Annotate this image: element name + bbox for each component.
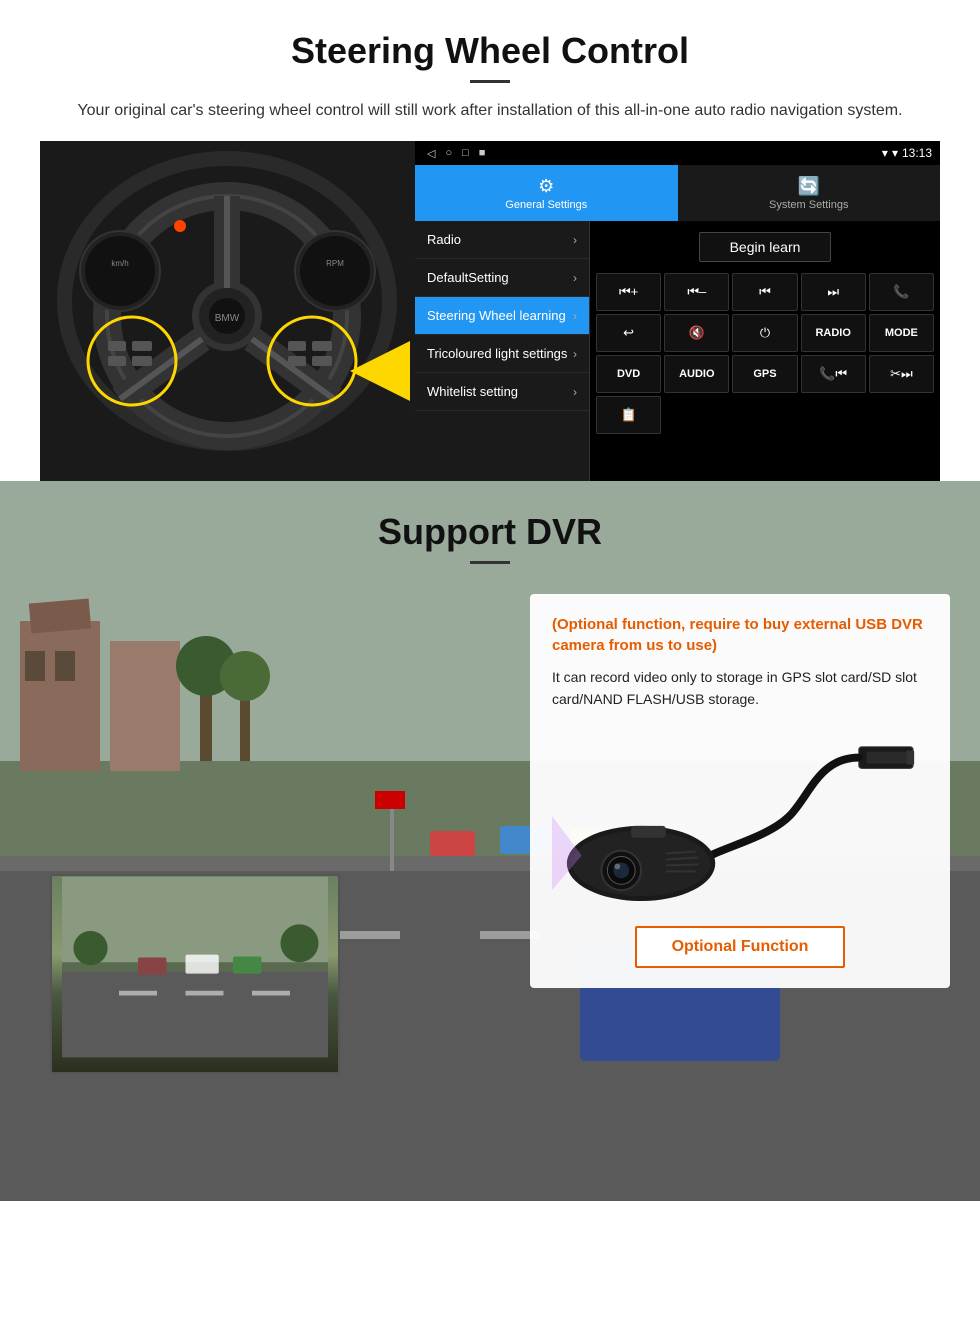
back-icon[interactable]: ◁	[427, 147, 435, 160]
svg-text:km/h: km/h	[111, 259, 128, 268]
ctrl-gps[interactable]: GPS	[732, 355, 797, 393]
begin-learn-area: Begin learn	[596, 227, 934, 267]
optional-function-button[interactable]: Optional Function	[635, 926, 846, 968]
status-bar-right: ▾ ▾ 13:13	[882, 146, 932, 160]
chevron-right-icon: ›	[573, 385, 577, 399]
ctrl-dvd[interactable]: DVD	[596, 355, 661, 393]
android-tabs: ⚙ General Settings 🔄 System Settings	[415, 165, 940, 221]
android-main-content: Radio › DefaultSetting › Steering Wheel …	[415, 221, 940, 481]
dvr-content-row: (Optional function, require to buy exter…	[0, 574, 980, 1094]
settings-menu: Radio › DefaultSetting › Steering Wheel …	[415, 221, 590, 481]
steering-title: Steering Wheel Control	[40, 30, 940, 72]
svg-text:RPM: RPM	[326, 259, 344, 268]
ctrl-next-track[interactable]: ⏭	[801, 273, 866, 311]
menu-whitelist-label: Whitelist setting	[427, 384, 518, 399]
dvr-title: Support DVR	[0, 511, 980, 553]
begin-learn-button[interactable]: Begin learn	[699, 232, 832, 262]
steering-control-content: Begin learn ⏮+ ⏮– ⏮ ⏭ 📞 ↩ 🔇 ⏻ RADIO	[590, 221, 940, 481]
system-icon: 🔄	[798, 176, 820, 197]
android-statusbar: ◁ ○ □ ■ ▾ ▾ 13:13	[415, 141, 940, 165]
chevron-right-icon: ›	[573, 309, 577, 323]
recents-icon[interactable]: □	[462, 147, 469, 160]
gear-icon: ⚙	[538, 176, 554, 197]
chevron-right-icon: ›	[573, 347, 577, 361]
tab-system-label: System Settings	[769, 199, 848, 211]
clock-display: 13:13	[902, 146, 932, 160]
steering-wheel-image: BMW km/h RPM	[40, 141, 415, 481]
menu-item-tricoloured[interactable]: Tricoloured light settings ›	[415, 335, 589, 373]
tab-system-settings[interactable]: 🔄 System Settings	[678, 165, 941, 221]
ctrl-power[interactable]: ⏻	[732, 314, 797, 352]
menu-item-radio[interactable]: Radio ›	[415, 221, 589, 259]
ctrl-radio[interactable]: RADIO	[801, 314, 866, 352]
nav-icons: ◁ ○ □ ■	[427, 147, 485, 160]
ctrl-phone-prev[interactable]: 📞⏮	[801, 355, 866, 393]
steering-section: Steering Wheel Control Your original car…	[0, 0, 980, 481]
control-buttons-grid: ⏮+ ⏮– ⏮ ⏭ 📞 ↩ 🔇 ⏻ RADIO MODE DVD AUDIO	[596, 273, 934, 434]
signal-icon: ▾	[882, 146, 888, 160]
menu-item-steering[interactable]: Steering Wheel learning ›	[415, 297, 589, 335]
ctrl-phone[interactable]: 📞	[869, 273, 934, 311]
dvr-body-text: It can record video only to storage in G…	[552, 666, 928, 711]
dvr-title-area: Support DVR	[0, 481, 980, 574]
menu-icon[interactable]: ■	[479, 147, 486, 160]
dvr-screen-inner	[52, 876, 338, 1072]
menu-steering-label: Steering Wheel learning	[427, 308, 566, 323]
ctrl-vol-down[interactable]: ⏮–	[664, 273, 729, 311]
tab-general-label: General Settings	[505, 199, 587, 211]
dvr-section: Support DVR	[0, 481, 980, 1201]
menu-item-default[interactable]: DefaultSetting ›	[415, 259, 589, 297]
dvr-divider	[470, 561, 510, 564]
menu-default-label: DefaultSetting	[427, 270, 509, 285]
chevron-right-icon: ›	[573, 233, 577, 247]
menu-radio-label: Radio	[427, 232, 461, 247]
dvr-left-area	[30, 594, 510, 1074]
dvr-optional-text: (Optional function, require to buy exter…	[552, 614, 928, 656]
dvr-camera-illustration	[552, 711, 928, 911]
tab-general-settings[interactable]: ⚙ General Settings	[415, 165, 678, 221]
svg-text:BMW: BMW	[215, 313, 240, 324]
ctrl-cut-next[interactable]: ✂⏭	[869, 355, 934, 393]
dvr-info-box: (Optional function, require to buy exter…	[530, 594, 950, 988]
ctrl-extra[interactable]: 📋	[596, 396, 661, 434]
ctrl-prev-track[interactable]: ⏮	[732, 273, 797, 311]
ctrl-mode[interactable]: MODE	[869, 314, 934, 352]
wifi-icon: ▾	[892, 146, 898, 160]
ctrl-mute[interactable]: 🔇	[664, 314, 729, 352]
ctrl-audio[interactable]: AUDIO	[664, 355, 729, 393]
menu-item-whitelist[interactable]: Whitelist setting ›	[415, 373, 589, 411]
steering-content-area: BMW km/h RPM ◁ ○ □ ■	[40, 141, 940, 481]
home-icon[interactable]: ○	[445, 147, 452, 160]
ctrl-back[interactable]: ↩	[596, 314, 661, 352]
dvr-preview-screen	[50, 874, 340, 1074]
title-divider	[470, 80, 510, 83]
android-panel: ◁ ○ □ ■ ▾ ▾ 13:13 ⚙ General Settings	[415, 141, 940, 481]
dvr-right-area: (Optional function, require to buy exter…	[530, 594, 950, 1003]
ctrl-vol-up[interactable]: ⏮+	[596, 273, 661, 311]
menu-tricoloured-label: Tricoloured light settings	[427, 346, 567, 361]
chevron-right-icon: ›	[573, 271, 577, 285]
steering-subtitle: Your original car's steering wheel contr…	[40, 99, 940, 123]
